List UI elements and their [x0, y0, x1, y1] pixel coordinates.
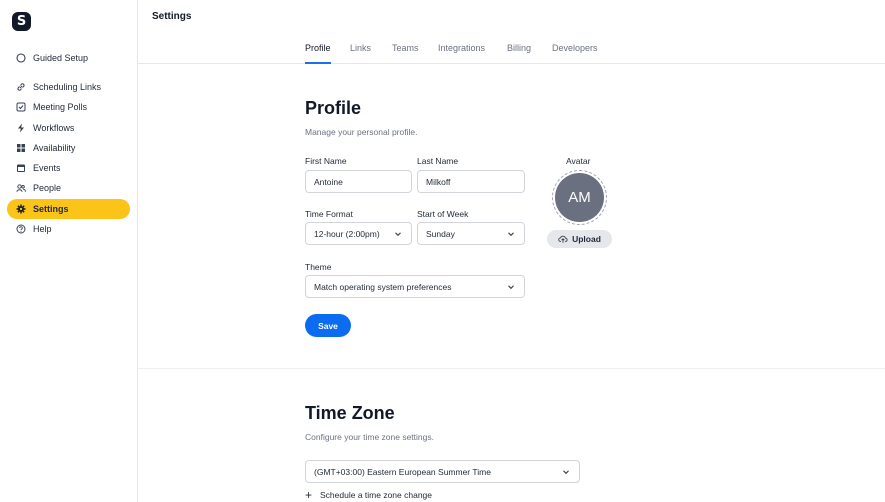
theme-value: Match operating system preferences — [314, 281, 452, 292]
page-title: Settings — [152, 11, 192, 22]
help-icon — [15, 223, 27, 235]
sidebar-item-label: Scheduling Links — [33, 82, 102, 92]
avatar: AM — [555, 173, 604, 222]
tab-billing[interactable]: Billing — [507, 43, 531, 64]
first-name-value: Antoine — [314, 176, 343, 187]
schedule-timezone-change-link[interactable]: + Schedule a time zone change — [305, 488, 433, 502]
sidebar-item-label: Availability — [33, 143, 76, 153]
sidebar-item-settings[interactable]: Settings — [7, 199, 130, 219]
settings-tabs: Profile Links Teams Integrations Billing… — [138, 34, 885, 64]
sidebar-item-scheduling-links[interactable]: Scheduling Links — [7, 77, 130, 97]
sidebar-item-events[interactable]: Events — [7, 158, 130, 178]
time-format-select[interactable]: 12-hour (2:00pm) — [305, 222, 412, 245]
start-of-week-label: Start of Week — [417, 209, 469, 219]
first-name-label: First Name — [305, 156, 347, 166]
chevron-down-icon — [508, 285, 514, 290]
timezone-select[interactable]: (GMT+03:00) Eastern European Summer Time — [305, 460, 580, 483]
plus-icon: + — [305, 488, 313, 502]
time-format-value: 12-hour (2:00pm) — [314, 228, 380, 239]
sidebar-item-meeting-polls[interactable]: Meeting Polls — [7, 97, 130, 117]
sidebar-item-availability[interactable]: Availability — [7, 138, 130, 158]
gear-icon — [15, 203, 27, 215]
theme-label: Theme — [305, 262, 332, 272]
timezone-heading: Time Zone — [305, 403, 395, 423]
upload-button[interactable]: Upload — [547, 230, 612, 248]
sidebar-item-label: Meeting Polls — [33, 102, 88, 112]
tab-teams[interactable]: Teams — [392, 43, 419, 64]
tab-integrations[interactable]: Integrations — [438, 43, 485, 64]
tab-links[interactable]: Links — [350, 43, 371, 64]
sidebar-item-guided-setup[interactable]: Guided Setup — [7, 48, 130, 68]
last-name-field[interactable]: Milkoff — [417, 170, 525, 193]
last-name-value: Milkoff — [426, 176, 451, 187]
people-icon — [15, 182, 27, 194]
save-button[interactable]: Save — [305, 314, 351, 337]
start-of-week-select[interactable]: Sunday — [417, 222, 525, 245]
tab-developers[interactable]: Developers — [552, 43, 598, 64]
upload-label: Upload — [572, 234, 601, 244]
timezone-value: (GMT+03:00) Eastern European Summer Time — [314, 466, 491, 477]
sidebar-item-label: Workflows — [33, 123, 75, 133]
sidebar-item-label: Help — [33, 224, 52, 234]
profile-subtitle: Manage your personal profile. — [305, 127, 418, 137]
sidebar-item-workflows[interactable]: Workflows — [7, 118, 130, 138]
chevron-down-icon — [395, 232, 401, 237]
checkbox-icon — [15, 101, 27, 113]
sidebar: S Guided Setup Scheduling Links Meeting … — [0, 0, 138, 502]
avatar-label: Avatar — [566, 156, 591, 166]
app-logo[interactable]: S — [12, 12, 31, 31]
sidebar-item-label: Settings — [33, 204, 69, 214]
app: S Guided Setup Scheduling Links Meeting … — [0, 0, 885, 502]
calendar-icon — [15, 162, 27, 174]
last-name-label: Last Name — [417, 156, 459, 166]
cloud-upload-icon — [558, 235, 568, 243]
section-divider — [138, 368, 885, 369]
profile-heading: Profile — [305, 98, 362, 118]
chevron-down-icon — [563, 470, 569, 475]
timezone-subtitle: Configure your time zone settings. — [305, 432, 434, 442]
bolt-icon — [15, 122, 27, 134]
sidebar-item-label: People — [33, 183, 62, 193]
sidebar-item-people[interactable]: People — [7, 178, 130, 198]
tab-profile[interactable]: Profile — [305, 43, 331, 64]
sidebar-item-label: Guided Setup — [33, 53, 89, 63]
circle-icon — [15, 52, 27, 64]
first-name-field[interactable]: Antoine — [305, 170, 412, 193]
time-format-label: Time Format — [305, 209, 353, 219]
start-of-week-value: Sunday — [426, 228, 455, 239]
sidebar-item-label: Events — [33, 163, 61, 173]
grid-icon — [15, 142, 27, 154]
schedule-timezone-change-label: Schedule a time zone change — [320, 490, 433, 500]
theme-select[interactable]: Match operating system preferences — [305, 275, 525, 298]
chevron-down-icon — [508, 232, 514, 237]
link-icon — [15, 81, 27, 93]
sidebar-item-help[interactable]: Help — [7, 219, 130, 239]
